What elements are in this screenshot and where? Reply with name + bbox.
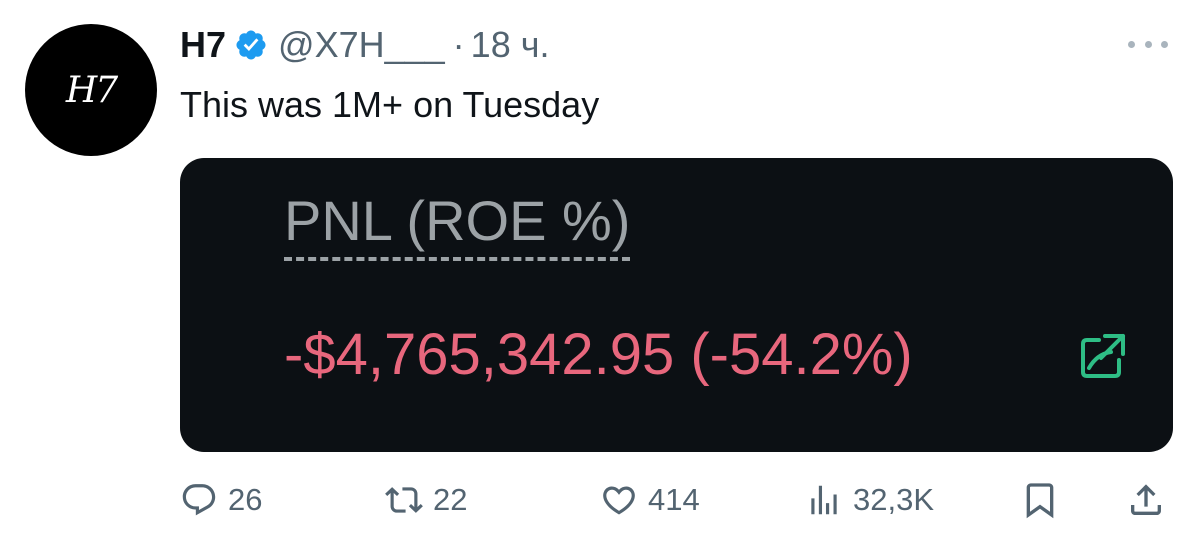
views-button[interactable]: 32,3K (805, 470, 934, 530)
bookmark-icon (1026, 483, 1054, 519)
user-handle[interactable]: @X7H___ (278, 24, 445, 66)
views-count: 32,3K (853, 482, 935, 517)
tweet-text: This was 1M+ on Tuesday (180, 84, 600, 125)
repost-button[interactable]: 22 (385, 470, 467, 530)
separator-dot: · (452, 24, 465, 65)
bookmark-button[interactable] (1020, 470, 1060, 530)
pnl-label: PNL (ROE %) (284, 191, 631, 261)
share-button[interactable] (1126, 470, 1166, 530)
pnl-value: -$4,765,342.95 (-54.2%) (284, 322, 913, 387)
more-dot (1161, 40, 1168, 48)
share-external-icon[interactable] (1075, 328, 1131, 384)
more-dot (1144, 40, 1152, 48)
attached-image-card[interactable]: PNL (ROE %) -$4,765,342.95 (-54.2%) (180, 158, 1173, 452)
share-icon (1131, 484, 1161, 515)
heart-icon (603, 486, 635, 515)
avatar-logo: H7 (65, 69, 118, 111)
like-button[interactable]: 414 (600, 470, 700, 530)
display-name[interactable]: H7 (180, 24, 226, 66)
tweet-actions: 26 22 414 32,3K (180, 470, 1170, 530)
reply-icon (182, 484, 216, 516)
like-count: 414 (648, 482, 700, 517)
avatar[interactable]: H7 (25, 24, 157, 156)
more-options-icon[interactable] (1128, 32, 1168, 56)
reply-count: 26 (228, 482, 263, 517)
views-icon (811, 485, 837, 515)
tweet-header: H7 @X7H___ · 18 ч. (180, 22, 549, 68)
repost-count: 22 (433, 482, 468, 517)
tweet-timestamp[interactable]: 18 ч. (471, 24, 550, 66)
reply-button[interactable]: 26 (180, 470, 262, 530)
more-dot (1128, 40, 1135, 48)
repost-icon (385, 487, 423, 513)
verified-badge-icon[interactable] (234, 28, 268, 62)
